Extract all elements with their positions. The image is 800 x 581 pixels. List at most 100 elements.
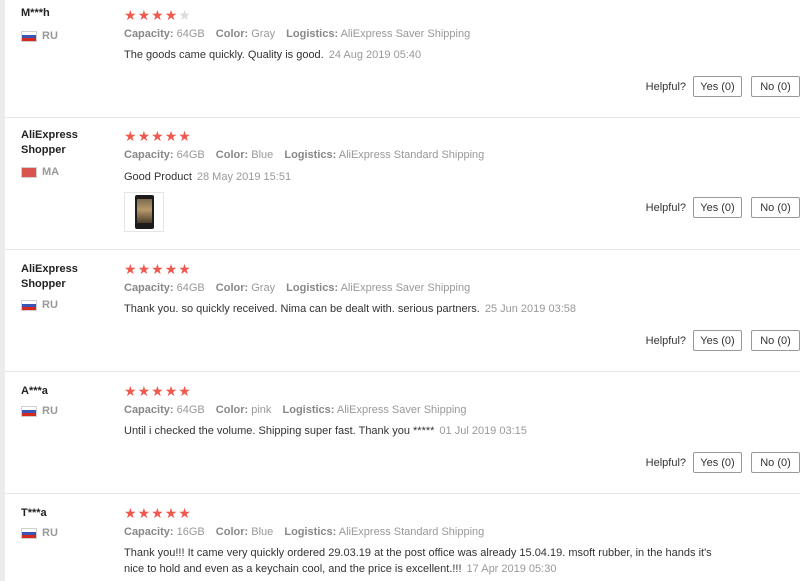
color-label: Color:	[215, 526, 249, 538]
logistics-label: Logistics:	[286, 28, 339, 40]
country-code: RU	[42, 299, 58, 311]
star-icon: ★	[151, 7, 165, 23]
helpful-vote: Helpful? Yes (0) No (0)	[646, 197, 800, 218]
star-rating: ★★★★★	[124, 7, 192, 23]
helpful-label: Helpful?	[645, 334, 686, 347]
star-rating: ★★★★★	[124, 505, 192, 521]
star-icon: ★	[178, 505, 192, 521]
helpful-label: Helpful?	[645, 201, 686, 214]
color-value: Gray	[251, 28, 276, 40]
star-rating: ★★★★★	[124, 261, 192, 277]
flag-ru-icon	[21, 405, 37, 417]
review-attributes: Capacity: 64GB Color: pink Logistics: Al…	[124, 404, 467, 416]
star-icon: ★	[124, 383, 138, 399]
flag-ma-icon	[21, 166, 37, 178]
helpful-yes-button[interactable]: Yes (0)	[693, 76, 742, 97]
star-icon: ★	[178, 261, 192, 277]
capacity-value: 64GB	[176, 404, 205, 416]
star-icon: ★	[124, 7, 138, 23]
flag-ru-icon	[21, 299, 37, 311]
star-icon: ★	[164, 261, 179, 277]
review-date: 28 May 2019 15:51	[196, 171, 292, 183]
review-date: 24 Aug 2019 05:40	[328, 49, 422, 61]
star-icon: ★	[137, 261, 152, 277]
logistics-label: Logistics:	[282, 404, 335, 416]
star-icon: ★	[164, 383, 179, 399]
review-attributes: Capacity: 64GB Color: Blue Logistics: Al…	[124, 149, 484, 161]
helpful-no-button[interactable]: No (0)	[751, 452, 800, 473]
color-value: Blue	[251, 149, 274, 161]
review-text: Good Product 28 May 2019 15:51	[124, 169, 724, 185]
helpful-no-button[interactable]: No (0)	[751, 330, 800, 351]
logistics-value: AliExpress Saver Shipping	[340, 28, 471, 40]
star-icon: ★	[137, 7, 152, 23]
star-icon: ★	[124, 505, 138, 521]
country-code: RU	[42, 405, 58, 417]
logistics-value: AliExpress Standard Shipping	[338, 526, 485, 538]
helpful-vote: Helpful? Yes (0) No (0)	[646, 330, 800, 351]
review-body: The goods came quickly. Quality is good.	[124, 49, 324, 61]
capacity-label: Capacity:	[124, 526, 174, 538]
color-value: Gray	[251, 282, 276, 294]
star-icon: ★	[151, 505, 165, 521]
reviewer-country: MA	[21, 166, 59, 178]
review-text: The goods came quickly. Quality is good.…	[124, 47, 724, 63]
review-date: 01 Jul 2019 03:15	[439, 425, 527, 437]
review-item: T***a RU ★★★★★ Capacity: 16GB Color: Blu…	[0, 494, 800, 581]
logistics-value: AliExpress Standard Shipping	[338, 149, 485, 161]
helpful-vote: Helpful? Yes (0) No (0)	[646, 76, 800, 97]
flag-ru-icon	[21, 30, 37, 42]
color-label: Color:	[215, 28, 249, 40]
star-icon: ★	[151, 128, 165, 144]
star-icon: ★	[124, 128, 138, 144]
flag-ru-icon	[21, 527, 37, 539]
review-text: Until i checked the volume. Shipping sup…	[124, 423, 724, 439]
reviewer-country: RU	[21, 527, 58, 539]
reviewer-name: M***h	[21, 7, 50, 19]
helpful-yes-button[interactable]: Yes (0)	[693, 452, 742, 473]
capacity-label: Capacity:	[124, 404, 174, 416]
review-photo-thumbnail[interactable]	[124, 192, 164, 232]
star-empty-icon: ★	[178, 7, 192, 23]
review-body: Until i checked the volume. Shipping sup…	[124, 425, 435, 437]
star-rating: ★★★★★	[124, 383, 192, 399]
capacity-label: Capacity:	[124, 149, 174, 161]
capacity-label: Capacity:	[124, 282, 174, 294]
review-attributes: Capacity: 64GB Color: Gray Logistics: Al…	[124, 282, 470, 294]
logistics-value: AliExpress Saver Shipping	[340, 282, 471, 294]
capacity-label: Capacity:	[124, 28, 174, 40]
color-value: pink	[251, 404, 272, 416]
reviewer-country: RU	[21, 299, 58, 311]
logistics-label: Logistics:	[286, 282, 339, 294]
color-label: Color:	[215, 404, 249, 416]
helpful-yes-button[interactable]: Yes (0)	[693, 330, 742, 351]
reviewer-country: RU	[21, 30, 58, 42]
reviewer-name: T***a	[21, 507, 47, 519]
review-text: Thank you!!! It came very quickly ordere…	[124, 545, 719, 577]
review-text: Thank you. so quickly received. Nima can…	[124, 301, 724, 317]
phone-screen	[137, 199, 152, 223]
star-icon: ★	[164, 505, 179, 521]
helpful-no-button[interactable]: No (0)	[751, 197, 800, 218]
country-code: RU	[42, 527, 58, 539]
country-code: RU	[42, 30, 58, 42]
helpful-yes-button[interactable]: Yes (0)	[693, 197, 742, 218]
star-icon: ★	[178, 383, 192, 399]
review-attributes: Capacity: 64GB Color: Gray Logistics: Al…	[124, 28, 470, 40]
reviewer-country: RU	[21, 405, 58, 417]
review-item: A***a RU ★★★★★ Capacity: 64GB Color: pin…	[0, 372, 800, 493]
reviewer-name: AliExpress Shopper	[21, 129, 78, 156]
star-icon: ★	[151, 261, 165, 277]
review-body: Thank you!!! It came very quickly ordere…	[124, 547, 712, 575]
logistics-label: Logistics:	[284, 149, 337, 161]
review-attributes: Capacity: 16GB Color: Blue Logistics: Al…	[124, 526, 484, 538]
color-value: Blue	[251, 526, 274, 538]
review-item: AliExpress Shopper MA ★★★★★ Capacity: 64…	[0, 118, 800, 249]
reviewer-name: A***a	[21, 385, 48, 397]
capacity-value: 64GB	[176, 149, 205, 161]
star-icon: ★	[137, 505, 152, 521]
star-icon: ★	[124, 261, 138, 277]
capacity-value: 16GB	[176, 526, 205, 538]
logistics-label: Logistics:	[284, 526, 337, 538]
helpful-no-button[interactable]: No (0)	[751, 76, 800, 97]
